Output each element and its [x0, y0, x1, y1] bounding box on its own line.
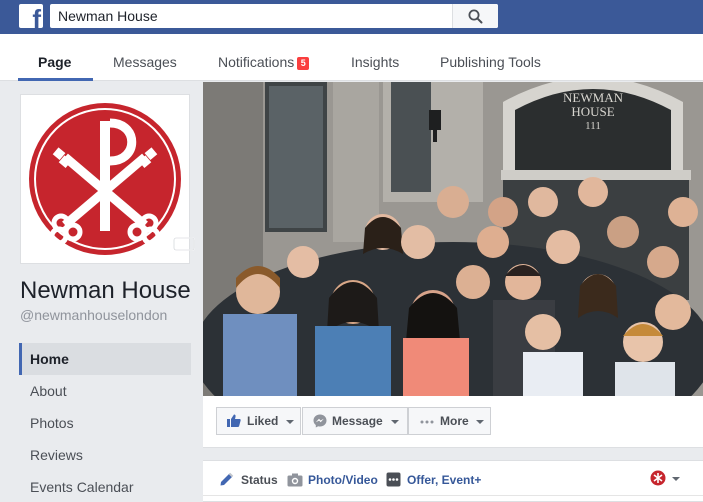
search-bar: [50, 4, 498, 28]
search-button[interactable]: [452, 4, 498, 28]
post-as-caret-icon: [672, 477, 680, 481]
more-button[interactable]: More: [408, 407, 491, 435]
tab-notifications[interactable]: Notifications 5: [218, 34, 310, 81]
tab-page[interactable]: Page: [38, 34, 71, 81]
more-caret-icon: [476, 420, 484, 424]
page-title: Newman House: [20, 277, 191, 304]
message-button-label: Message: [332, 414, 383, 428]
composer-status-label: Status: [241, 473, 278, 487]
sidebar-item-about[interactable]: About: [19, 375, 191, 407]
chi-rho-keys-logo-icon: [29, 103, 181, 255]
profile-picture[interactable]: [20, 94, 195, 264]
sidebar-item-reviews[interactable]: Reviews: [19, 439, 191, 471]
page-nav: Page Messages Notifications 5 Insights Pu…: [0, 34, 703, 81]
composer-photo-video-label: Photo/Video: [308, 473, 378, 487]
pencil-icon: [220, 472, 234, 486]
facebook-logo-icon[interactable]: f: [19, 4, 43, 28]
sidebar-item-events-calendar[interactable]: Events Calendar: [19, 471, 191, 502]
notification-count-badge: 5: [297, 57, 310, 70]
building-sign-number: 111: [585, 120, 601, 132]
more-button-label: More: [440, 414, 469, 428]
cover-photo[interactable]: NEWMAN HOUSE 111: [203, 82, 703, 396]
page-avatar-icon: [650, 470, 666, 486]
thumbs-up-icon: [227, 414, 241, 427]
camera-icon: [287, 473, 303, 487]
composer-offer-event-label: Offer, Event+: [407, 473, 482, 487]
building-sign-line1: NEWMAN: [563, 90, 624, 105]
messenger-icon: [313, 414, 327, 428]
composer-offer-event-tab[interactable]: Offer, Event+: [386, 471, 486, 489]
tab-publishing-tools[interactable]: Publishing Tools: [440, 34, 541, 81]
liked-button[interactable]: Liked: [216, 407, 301, 435]
tab-notifications-label: Notifications: [218, 54, 295, 70]
search-icon: [468, 9, 483, 24]
camera-icon[interactable]: [173, 234, 195, 251]
composer-photo-video-tab[interactable]: Photo/Video: [287, 471, 379, 489]
building-sign-line2: HOUSE: [571, 104, 614, 119]
active-tab-indicator: [18, 78, 93, 81]
message-caret-icon: [391, 420, 399, 424]
liked-caret-icon: [286, 420, 294, 424]
post-as-page-selector[interactable]: [650, 470, 682, 488]
offer-event-icon: [386, 472, 401, 487]
composer-divider: [203, 495, 703, 496]
search-input[interactable]: [50, 4, 450, 28]
tab-insights[interactable]: Insights: [351, 34, 399, 81]
composer-status-tab[interactable]: Status: [219, 471, 281, 489]
liked-button-label: Liked: [247, 414, 279, 428]
page-action-bar: Liked Message More: [203, 396, 703, 448]
cover-photo-image: NEWMAN HOUSE 111: [203, 82, 703, 396]
message-button[interactable]: Message: [302, 407, 408, 435]
page-handle[interactable]: @newmanhouselondon: [20, 307, 167, 323]
sidebar-item-photos[interactable]: Photos: [19, 407, 191, 439]
more-dots-icon: [420, 420, 434, 424]
top-bar: f: [0, 0, 703, 34]
sidebar-item-home[interactable]: Home: [19, 343, 191, 375]
tab-messages[interactable]: Messages: [113, 34, 177, 81]
post-composer: Status Photo/Video Offer, Event+: [203, 460, 703, 502]
